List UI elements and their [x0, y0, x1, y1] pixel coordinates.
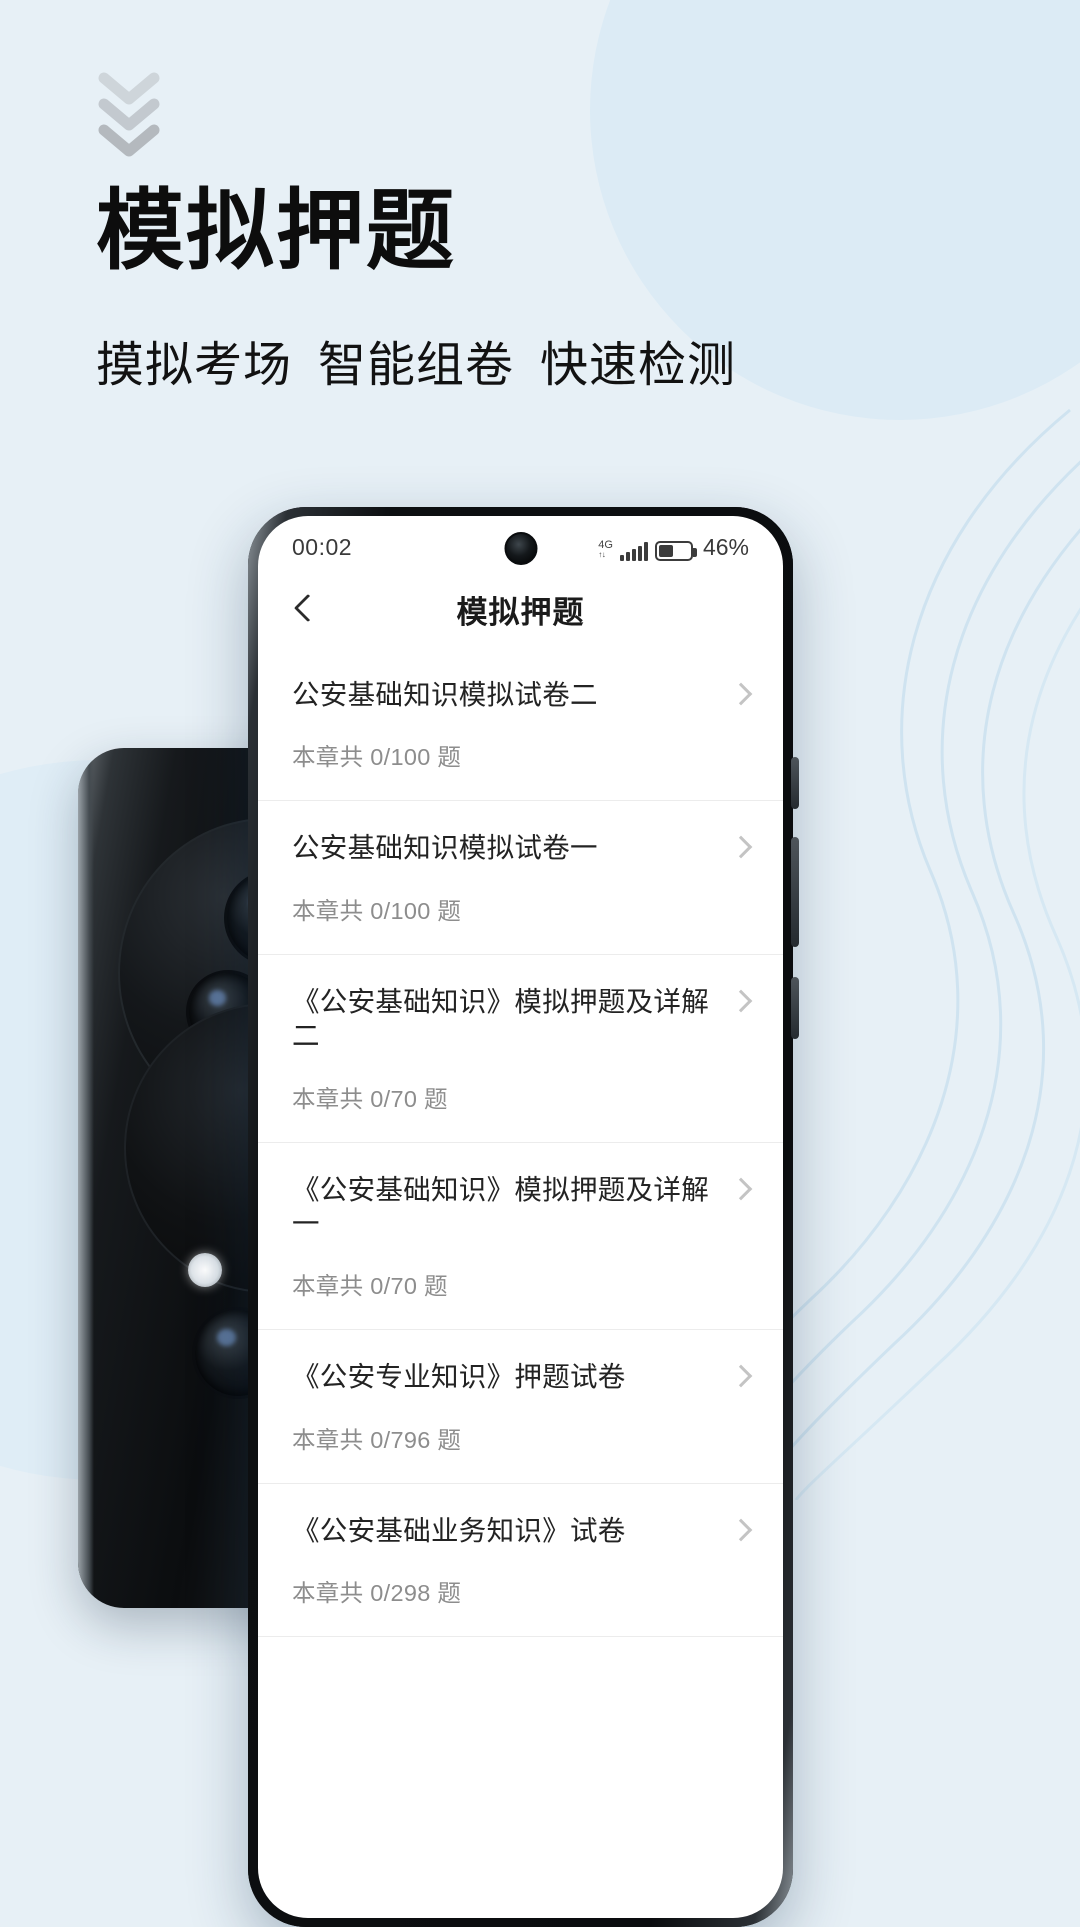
- question-count: 0/298: [370, 1580, 431, 1606]
- phone-power-button[interactable]: [791, 757, 799, 809]
- status-time: 00:02: [292, 533, 353, 560]
- subtitle-prefix: 本章共: [292, 1580, 364, 1606]
- list-item-subtitle: 本章共 0/70 题: [292, 1267, 749, 1301]
- network-type-text: 4G: [598, 538, 613, 551]
- list-item-title: 《公安基础业务知识》试卷: [292, 1514, 626, 1546]
- chevron-left-icon[interactable]: [286, 592, 320, 626]
- subtitle-suffix: 题: [437, 1580, 462, 1606]
- list-item-subtitle: 本章共 0/100 题: [292, 738, 749, 772]
- question-count: 0/100: [370, 897, 431, 924]
- phone-screen: 00:02 4G ↑↓ 46% 模拟押题 公安基础知识模拟试卷二 本章共 0/1…: [258, 516, 783, 1918]
- status-indicators: 4G ↑↓ 46%: [598, 534, 749, 561]
- list-item-title: 《公安专业知识》押题试卷: [292, 1361, 626, 1393]
- list-item-title: 公安基础知识模拟试卷二: [292, 679, 598, 710]
- question-count: 0/70: [370, 1085, 418, 1112]
- list-item-subtitle: 本章共 0/298 题: [292, 1574, 749, 1608]
- list-item-subtitle: 本章共 0/100 题: [292, 892, 749, 926]
- app-navbar: 模拟押题: [258, 570, 783, 648]
- phone-side-button[interactable]: [791, 977, 799, 1039]
- phone-front-mockup: 00:02 4G ↑↓ 46% 模拟押题 公安基础知识模拟试卷二 本章共 0/1…: [248, 507, 799, 1927]
- network-traffic-arrows-icon: ↑↓: [598, 549, 606, 559]
- exam-paper-list: 公安基础知识模拟试卷二 本章共 0/100 题 公安基础知识模拟试卷一 本章共 …: [258, 648, 783, 1637]
- signal-bars-icon: [619, 541, 648, 561]
- list-item-title: 《公安基础知识》模拟押题及详解一: [292, 1173, 709, 1239]
- phone-edge-highlight: [78, 748, 94, 1608]
- phone-volume-button[interactable]: [791, 837, 799, 947]
- question-count: 0/100: [370, 744, 431, 771]
- subtitle-suffix: 题: [424, 1085, 448, 1112]
- subtitle-prefix: 本章共: [292, 1426, 364, 1453]
- subtitle-suffix: 题: [437, 897, 462, 924]
- subtitle-suffix: 题: [437, 1426, 462, 1453]
- front-camera-punch-hole: [504, 532, 537, 565]
- list-item-subtitle: 本章共 0/796 题: [292, 1421, 749, 1455]
- status-bar: 00:02 4G ↑↓ 46%: [258, 516, 783, 570]
- subtitle-prefix: 本章共: [292, 744, 364, 771]
- page-title: 模拟押题: [96, 179, 457, 282]
- navbar-title: 模拟押题: [456, 594, 585, 630]
- list-item[interactable]: 《公安基础知识》模拟押题及详解一 本章共 0/70 题: [258, 1143, 783, 1331]
- list-item[interactable]: 公安基础知识模拟试卷一 本章共 0/100 题: [258, 801, 783, 955]
- subtitle-part-2: 智能组卷: [318, 339, 515, 392]
- subtitle-suffix: 题: [437, 744, 462, 771]
- list-item[interactable]: 《公安专业知识》押题试卷 本章共 0/796 题: [258, 1330, 783, 1484]
- battery-percent-label: 46%: [702, 533, 749, 560]
- list-item[interactable]: 公安基础知识模拟试卷二 本章共 0/100 题: [258, 648, 783, 802]
- chevron-down-icon: [98, 72, 160, 157]
- list-item-subtitle: 本章共 0/70 题: [292, 1080, 749, 1114]
- list-item-title: 《公安基础知识》模拟押题及详解二: [292, 985, 709, 1052]
- subtitle-part-1: 摸拟考场: [96, 339, 293, 392]
- list-item[interactable]: 《公安基础知识》模拟押题及详解二 本章共 0/70 题: [258, 955, 783, 1143]
- question-count: 0/796: [370, 1426, 431, 1453]
- subtitle-prefix: 本章共: [292, 1273, 364, 1300]
- list-item[interactable]: 《公安基础业务知识》试卷 本章共 0/298 题: [258, 1484, 783, 1637]
- question-count: 0/70: [370, 1273, 418, 1300]
- page-subtitle: 摸拟考场 智能组卷 快速检测: [96, 325, 736, 395]
- network-type-label: 4G ↑↓: [598, 538, 613, 559]
- list-item-title: 公安基础知识模拟试卷一: [292, 832, 598, 864]
- subtitle-suffix: 题: [424, 1273, 448, 1300]
- subtitle-prefix: 本章共: [292, 897, 364, 924]
- subtitle-part-3: 快速检测: [540, 339, 737, 392]
- battery-icon: [654, 540, 697, 561]
- camera-flash-icon: [188, 1253, 222, 1287]
- subtitle-prefix: 本章共: [292, 1085, 364, 1112]
